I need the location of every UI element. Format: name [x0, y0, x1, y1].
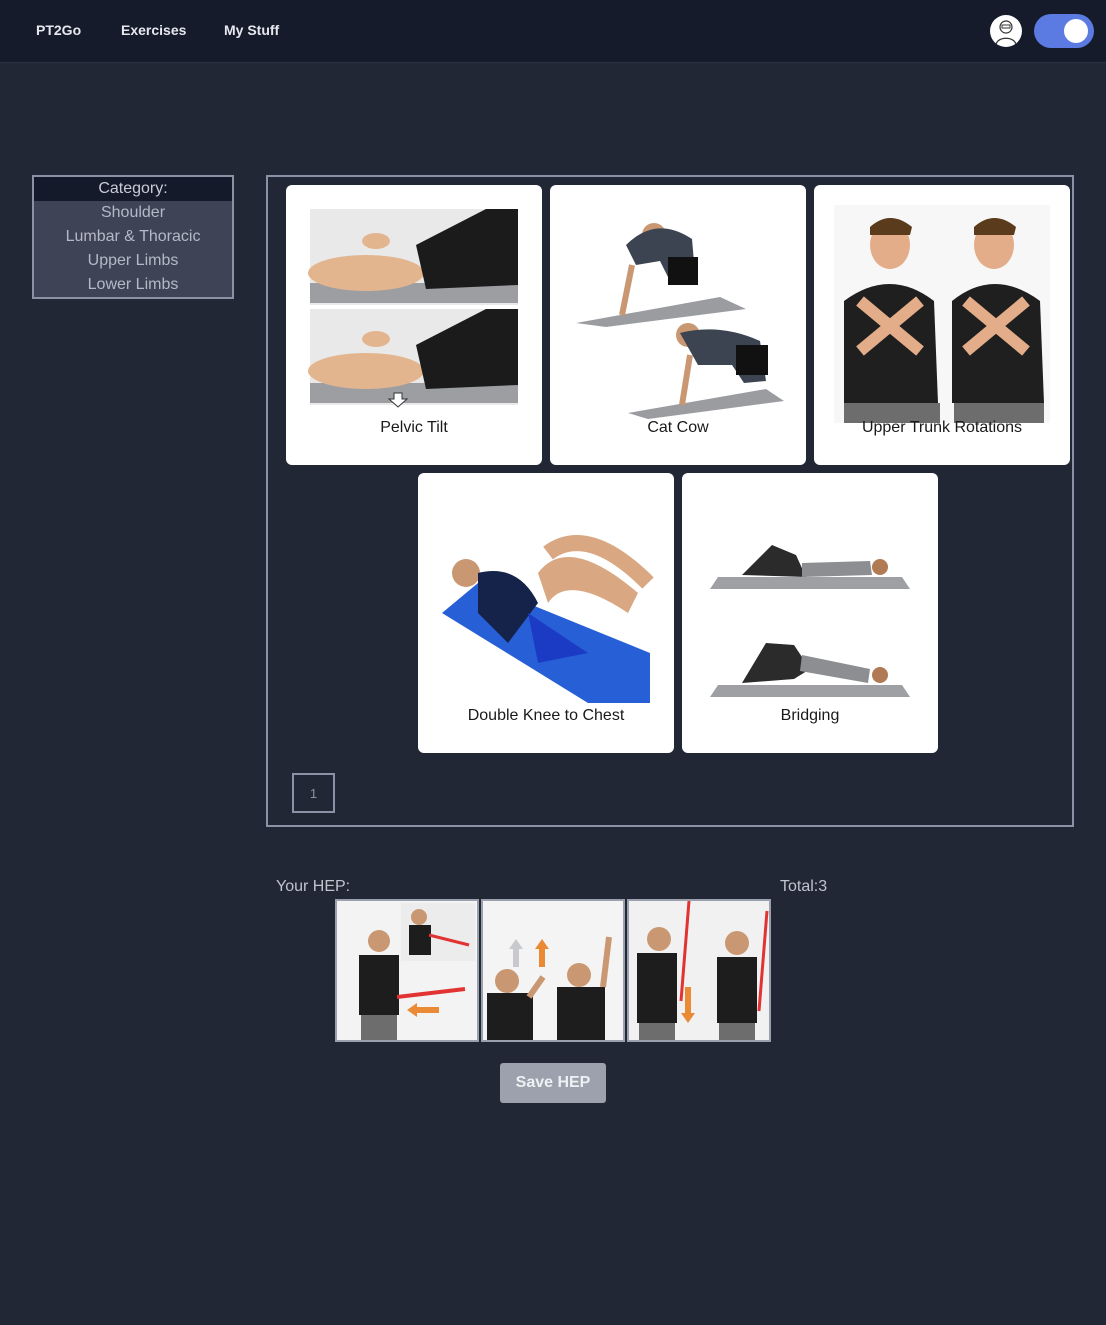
hep-exercise-thumbnail[interactable]: [481, 899, 625, 1042]
save-hep-button[interactable]: Save HEP: [500, 1063, 606, 1103]
exercise-card-bridging[interactable]: Bridging: [682, 473, 938, 753]
category-upper-limbs[interactable]: Upper Limbs: [34, 249, 232, 273]
exercise-label: Pelvic Tilt: [380, 419, 448, 436]
exercise-card-cat-cow[interactable]: Cat Cow: [550, 185, 806, 465]
exercise-label: Upper Trunk Rotations: [861, 419, 1023, 436]
category-shoulder[interactable]: Shoulder: [34, 201, 232, 225]
exercise-grid: Pelvic Tilt Cat Cow Upper Trunk Rotation…: [266, 175, 1074, 827]
nav-exercises-link[interactable]: Exercises: [121, 22, 186, 38]
hep-exercise-thumbnail[interactable]: [627, 899, 771, 1042]
hep-label: Your HEP:: [276, 878, 351, 895]
toggle-knob: [1064, 19, 1088, 43]
pelvic-tilt-image: [308, 209, 518, 408]
bridging-image: [710, 545, 910, 697]
upper-trunk-rotations-image: [834, 205, 1050, 423]
pagination-page-button[interactable]: 1: [292, 773, 335, 813]
brand-link[interactable]: PT2Go: [36, 22, 81, 38]
hep-exercise-thumbnail[interactable]: [335, 899, 479, 1042]
double-knee-to-chest-image: [442, 535, 654, 703]
exercise-card-pelvic-tilt[interactable]: Pelvic Tilt: [286, 185, 542, 465]
top-navbar: PT2Go Exercises My Stuff: [0, 0, 1106, 63]
cat-cow-image: [576, 223, 784, 419]
exercise-card-double-knee-to-chest[interactable]: Double Knee to Chest: [418, 473, 674, 753]
exercise-label: Double Knee to Chest: [467, 707, 625, 724]
exercise-label: Cat Cow: [647, 419, 709, 436]
category-lower-limbs[interactable]: Lower Limbs: [34, 273, 232, 297]
hep-total: Total:3: [780, 878, 828, 895]
category-lumbar-thoracic[interactable]: Lumbar & Thoracic: [34, 225, 232, 249]
category-panel: Category: Shoulder Lumbar & Thoracic Upp…: [32, 175, 234, 299]
theme-toggle[interactable]: [1034, 14, 1094, 48]
user-avatar-icon[interactable]: [990, 15, 1022, 47]
exercise-label: Bridging: [780, 707, 840, 724]
exercise-card-upper-trunk-rotations[interactable]: Upper Trunk Rotations: [814, 185, 1070, 465]
nav-my-stuff-link[interactable]: My Stuff: [224, 22, 279, 38]
category-title: Category:: [34, 177, 232, 201]
